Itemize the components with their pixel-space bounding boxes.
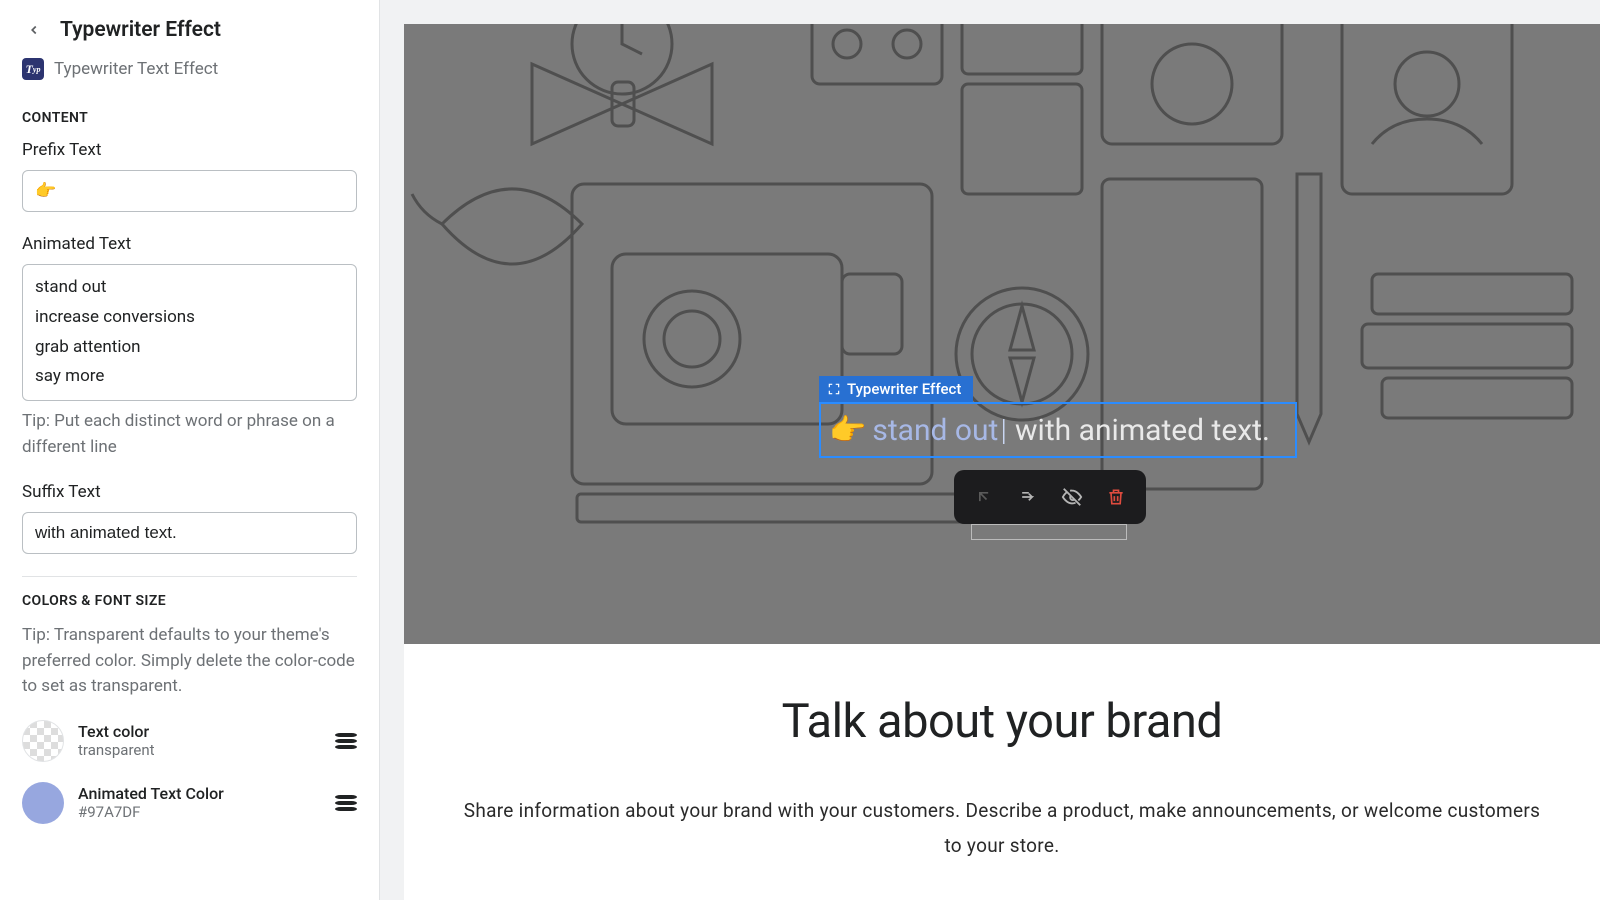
fullscreen-icon bbox=[827, 382, 841, 396]
hover-toolbar bbox=[954, 470, 1146, 524]
animated-label: Animated Text bbox=[22, 234, 357, 254]
typewriter-prefix: 👉 bbox=[829, 413, 866, 448]
plugin-name: Typewriter Text Effect bbox=[54, 59, 218, 79]
suffix-label: Suffix Text bbox=[22, 482, 357, 502]
hero-section[interactable]: Typewriter Effect 👉 stand out | with ani… bbox=[404, 24, 1600, 644]
colors-tip: Tip: Transparent defaults to your theme'… bbox=[22, 623, 357, 700]
brand-text-section[interactable]: Talk about your brand Share information … bbox=[404, 644, 1600, 900]
text-color-label: Text color bbox=[78, 722, 321, 741]
back-button[interactable] bbox=[20, 16, 48, 44]
prefix-input[interactable] bbox=[22, 170, 357, 212]
suffix-input[interactable] bbox=[22, 512, 357, 554]
arrow-up-left-icon bbox=[974, 487, 994, 507]
animated-tip: Tip: Put each distinct word or phrase on… bbox=[22, 409, 357, 460]
brand-body: Share information about your brand with … bbox=[456, 793, 1548, 863]
section-title-content: CONTENT bbox=[22, 110, 357, 126]
typewriter-widget[interactable]: 👉 stand out | with animated text. bbox=[819, 402, 1297, 458]
arrow-down-right-icon bbox=[1018, 487, 1038, 507]
typewriter-animated: stand out bbox=[872, 413, 998, 448]
text-color-value: transparent bbox=[78, 741, 321, 759]
content-section: CONTENT Prefix Text Animated Text Tip: P… bbox=[0, 94, 379, 558]
text-color-row[interactable]: Text color transparent bbox=[22, 710, 357, 772]
delete-button[interactable] bbox=[1099, 480, 1133, 514]
typewriter-cursor: | bbox=[1000, 413, 1007, 448]
plugin-icon: Typ bbox=[22, 58, 44, 80]
move-up-button[interactable] bbox=[967, 480, 1001, 514]
text-color-swatch[interactable] bbox=[22, 720, 64, 762]
dynamic-source-icon[interactable] bbox=[335, 792, 357, 814]
dynamic-source-icon[interactable] bbox=[335, 730, 357, 752]
section-title-colors: COLORS & FONT SIZE bbox=[22, 593, 357, 609]
preview-canvas: Typewriter Effect 👉 stand out | with ani… bbox=[380, 0, 1600, 900]
anim-color-value: #97A7DF bbox=[78, 803, 321, 821]
plugin-row[interactable]: Typ Typewriter Text Effect bbox=[0, 54, 379, 94]
hero-doodle-illustration bbox=[404, 24, 1600, 644]
hide-button[interactable] bbox=[1055, 480, 1089, 514]
trash-icon bbox=[1106, 487, 1126, 507]
secondary-selection-outline bbox=[971, 524, 1127, 540]
chevron-left-icon bbox=[27, 23, 41, 37]
eye-off-icon bbox=[1061, 486, 1083, 508]
settings-sidebar: Typewriter Effect Typ Typewriter Text Ef… bbox=[0, 0, 380, 900]
anim-color-row[interactable]: Animated Text Color #97A7DF bbox=[22, 772, 357, 834]
move-down-button[interactable] bbox=[1011, 480, 1045, 514]
prefix-label: Prefix Text bbox=[22, 140, 357, 160]
sidebar-title: Typewriter Effect bbox=[60, 18, 221, 42]
anim-color-swatch[interactable] bbox=[22, 782, 64, 824]
colors-section: COLORS & FONT SIZE Tip: Transparent defa… bbox=[0, 577, 379, 838]
anim-color-label: Animated Text Color bbox=[78, 784, 321, 803]
typewriter-suffix: with animated text. bbox=[1015, 413, 1270, 448]
animated-textarea[interactable] bbox=[22, 264, 357, 401]
hover-widget-label[interactable]: Typewriter Effect bbox=[819, 376, 973, 402]
brand-heading: Talk about your brand bbox=[456, 694, 1548, 749]
